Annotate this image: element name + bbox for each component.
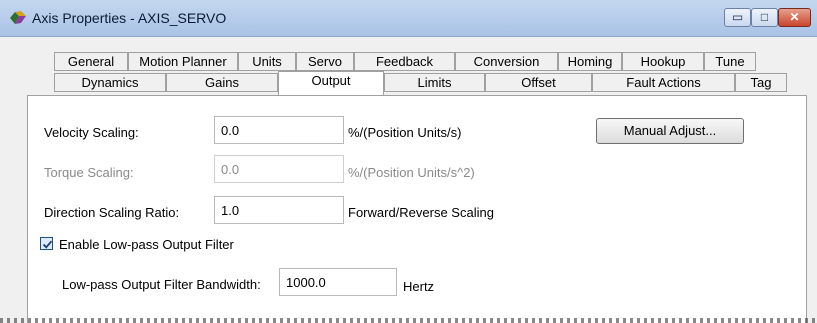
maximize-icon: □ bbox=[760, 10, 769, 24]
tab-fault-actions[interactable]: Fault Actions bbox=[592, 73, 735, 92]
tab-limits[interactable]: Limits bbox=[384, 73, 485, 92]
minimize-button[interactable]: ▭ bbox=[724, 8, 751, 27]
check-icon bbox=[42, 240, 53, 249]
filter-bandwidth-units: Hertz bbox=[403, 279, 435, 294]
filter-bandwidth-label: Low-pass Output Filter Bandwidth: bbox=[62, 277, 261, 292]
tab-hookup[interactable]: Hookup bbox=[622, 52, 704, 71]
manual-adjust-button[interactable]: Manual Adjust... bbox=[596, 118, 744, 144]
torque-scaling-label: Torque Scaling: bbox=[44, 165, 134, 180]
enable-filter-checkbox[interactable] bbox=[40, 237, 53, 250]
direction-scaling-units: Forward/Reverse Scaling bbox=[348, 205, 494, 220]
tab-general[interactable]: General bbox=[54, 52, 128, 71]
velocity-scaling-label: Velocity Scaling: bbox=[44, 125, 139, 140]
tab-output[interactable]: Output bbox=[278, 71, 384, 95]
tab-tune[interactable]: Tune bbox=[704, 52, 756, 71]
enable-filter-label[interactable]: Enable Low-pass Output Filter bbox=[59, 237, 234, 252]
filter-bandwidth-field[interactable] bbox=[279, 268, 397, 296]
close-icon: ✕ bbox=[789, 10, 800, 24]
tab-tag[interactable]: Tag bbox=[735, 73, 787, 92]
window-edge-shadow bbox=[0, 318, 817, 323]
direction-scaling-label: Direction Scaling Ratio: bbox=[44, 205, 180, 220]
tab-conversion[interactable]: Conversion bbox=[455, 52, 558, 71]
tab-offset[interactable]: Offset bbox=[485, 73, 592, 92]
tab-motion-planner[interactable]: Motion Planner bbox=[128, 52, 238, 71]
velocity-scaling-units: %/(Position Units/s) bbox=[348, 125, 462, 140]
minimize-icon: ▭ bbox=[731, 10, 744, 24]
torque-scaling-units: %/(Position Units/s^2) bbox=[348, 165, 475, 180]
tab-units[interactable]: Units bbox=[238, 52, 296, 71]
axis-properties-window: Axis Properties - AXIS_SERVO ▭ □ ✕ Gener… bbox=[0, 0, 817, 323]
window-title: Axis Properties - AXIS_SERVO bbox=[32, 10, 227, 26]
tab-homing[interactable]: Homing bbox=[558, 52, 622, 71]
title-bar[interactable]: Axis Properties - AXIS_SERVO ▭ □ ✕ bbox=[0, 0, 817, 37]
velocity-scaling-field[interactable] bbox=[214, 116, 344, 144]
close-button[interactable]: ✕ bbox=[778, 8, 811, 27]
tab-feedback[interactable]: Feedback bbox=[354, 52, 455, 71]
direction-scaling-field[interactable] bbox=[214, 196, 344, 224]
tab-servo[interactable]: Servo bbox=[296, 52, 354, 71]
tab-gains[interactable]: Gains bbox=[166, 73, 278, 92]
axis-properties-icon bbox=[10, 11, 26, 24]
torque-scaling-field bbox=[214, 155, 344, 183]
maximize-button[interactable]: □ bbox=[751, 8, 778, 27]
tab-dynamics[interactable]: Dynamics bbox=[54, 73, 166, 92]
